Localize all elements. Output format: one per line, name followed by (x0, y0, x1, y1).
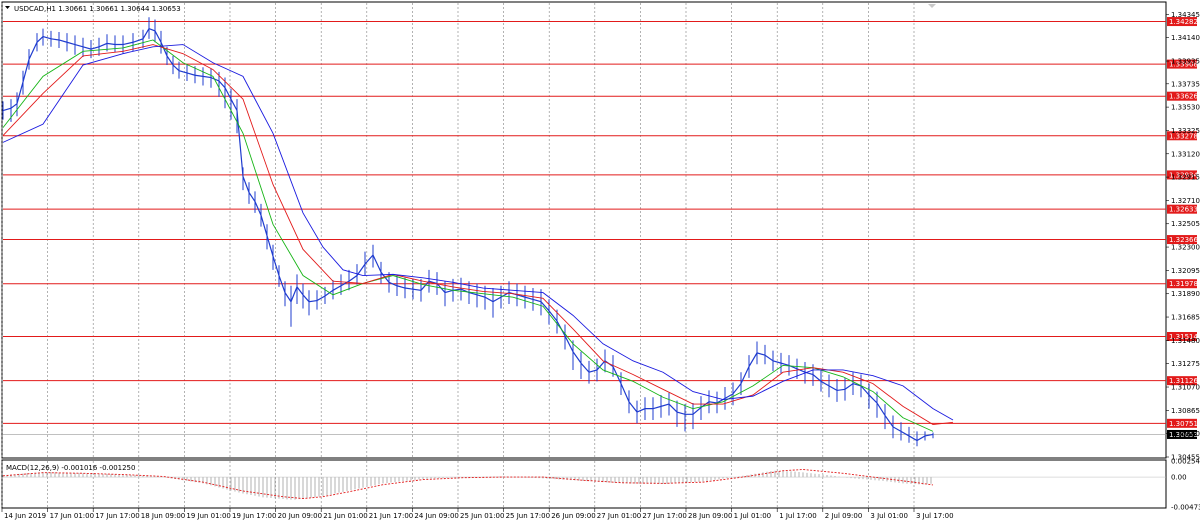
y-tick-label: 1.33325 (1171, 127, 1200, 135)
macd-y-tick-label: 0.00 (1171, 474, 1187, 482)
y-tick-label: 1.32300 (1171, 244, 1200, 252)
chart-window: 1.34282 1.33908 1.33626 1.33278 1.32934 1.326… (0, 0, 1200, 523)
x-tick-label: 3 Jul 01:00 (870, 512, 908, 520)
y-tick-label: 1.32095 (1171, 267, 1200, 275)
y-tick-label: 1.32505 (1171, 220, 1200, 228)
level-price-label: 1.33626 (1169, 93, 1198, 101)
level-price-label: 1.34282 (1169, 18, 1198, 26)
y-tick-label: 1.32710 (1171, 197, 1200, 205)
price-pane-frame (1, 1, 1167, 459)
x-tick-label: 17 Jun 01:00 (50, 512, 94, 520)
x-tick-label: 24 Jun 09:00 (414, 512, 458, 520)
chart-canvas[interactable]: 1.342821.339081.336261.332781.329341.326… (0, 0, 1200, 523)
y-tick-label: 1.33935 (1171, 58, 1200, 66)
x-tick-label: 19 Jun 17:00 (232, 512, 276, 520)
y-tick-label: 1.31890 (1171, 290, 1200, 298)
y-tick-label: 1.34345 (1171, 11, 1200, 19)
y-tick-label: 1.31685 (1171, 314, 1200, 322)
macd-y-tick-label: 0.002541 (1171, 458, 1200, 466)
level-price-label: 1.30751 (1169, 420, 1198, 428)
x-tick-label: 25 Jun 17:00 (506, 512, 550, 520)
x-tick-label: 19 Jun 01:00 (186, 512, 230, 520)
symbol-header: USDCAD,H1 1.30661 1.30661 1.30644 1.3065… (14, 5, 181, 13)
y-tick-label: 1.32915 (1171, 174, 1200, 182)
y-tick-label: 1.33530 (1171, 104, 1200, 112)
x-tick-label: 1 Jul 01:00 (734, 512, 772, 520)
macd-pane-frame (1, 459, 1167, 509)
x-tick-label: 27 Jun 17:00 (642, 512, 686, 520)
y-tick-label: 1.30865 (1171, 407, 1200, 415)
x-tick-label: 20 Jun 09:00 (278, 512, 322, 520)
x-tick-label: 21 Jun 17:00 (369, 512, 413, 520)
x-tick-label: 1 Jul 17:00 (779, 512, 817, 520)
macd-y-tick-label: -0.004731 (1171, 504, 1200, 512)
x-tick-label: 27 Jun 01:00 (597, 512, 641, 520)
level-price-label: 1.31978 (1169, 280, 1198, 288)
y-tick-label: 1.30660 (1171, 430, 1200, 438)
x-tick-label: 18 Jun 09:00 (141, 512, 185, 520)
x-tick-label: 3 Jul 17:00 (916, 512, 954, 520)
y-tick-label: 1.33120 (1171, 150, 1200, 158)
macd-header: MACD(12,26,9) -0.001016 -0.001250 (6, 464, 135, 472)
x-tick-label: 14 Jun 2019 (4, 512, 46, 520)
y-tick-label: 1.31275 (1171, 360, 1200, 368)
y-tick-label: 1.31070 (1171, 384, 1200, 392)
x-tick-label: 28 Jun 09:00 (688, 512, 732, 520)
y-tick-label: 1.33735 (1171, 80, 1200, 88)
level-price-label: 1.32633 (1169, 206, 1198, 214)
x-tick-label: 17 Jun 17:00 (95, 512, 139, 520)
x-tick-label: 2 Jul 09:00 (825, 512, 863, 520)
y-tick-label: 1.34140 (1171, 34, 1200, 42)
x-tick-label: 26 Jun 09:00 (551, 512, 595, 520)
y-tick-label: 1.31480 (1171, 337, 1200, 345)
x-tick-label: 25 Jun 01:00 (460, 512, 504, 520)
x-tick-label: 21 Jun 01:00 (323, 512, 367, 520)
